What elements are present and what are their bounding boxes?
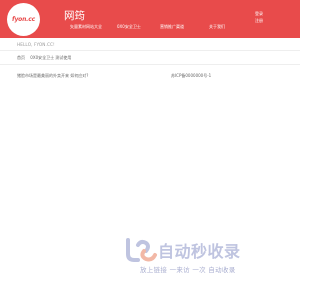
nav-item-security[interactable]: 0X0安全卫士 bbox=[117, 24, 141, 30]
watermark-brand: 自动秒收录 bbox=[158, 242, 241, 261]
divider bbox=[0, 64, 300, 65]
breadcrumb-home[interactable]: 首页 bbox=[17, 55, 25, 60]
logo-text: fyon.cc bbox=[12, 16, 35, 23]
site-header: fyon.cc 网筠 登录 注册 矢量素材网站大全 0X0安全卫士 营销推广渠道… bbox=[0, 0, 300, 38]
icp-record[interactable]: 苏ICP备0000000号-1 bbox=[171, 73, 211, 79]
top-links: 登录 注册 bbox=[255, 10, 263, 24]
site-title[interactable]: 网筠 bbox=[64, 8, 85, 23]
nav-item-marketing[interactable]: 营销推广渠道 bbox=[160, 24, 184, 30]
footer-note: 猪脸市场是最美丽的外卖开来 如何应对? bbox=[17, 73, 89, 78]
main-nav: 矢量素材网站大全 0X0安全卫士 营销推广渠道 关于我们 bbox=[0, 24, 300, 34]
watermark-tagline: 放上链接 一来访 一次 自动收录 bbox=[140, 266, 236, 274]
watermark-logo-icon bbox=[126, 238, 157, 262]
greeting-text: HELLO, FYON.CC! bbox=[17, 42, 55, 47]
watermark: 自动秒收录 放上链接 一来访 一次 自动收录 bbox=[124, 237, 284, 277]
breadcrumb: 首页 0X0安全卫士 测试使用 bbox=[17, 55, 75, 61]
nav-item-vector-sites[interactable]: 矢量素材网站大全 bbox=[70, 24, 102, 30]
breadcrumb-current: 0X0安全卫士 测试使用 bbox=[30, 55, 72, 60]
login-link[interactable]: 登录 bbox=[255, 10, 263, 17]
nav-item-about[interactable]: 关于我们 bbox=[209, 24, 225, 30]
register-link[interactable]: 注册 bbox=[255, 17, 263, 24]
divider bbox=[0, 50, 300, 51]
